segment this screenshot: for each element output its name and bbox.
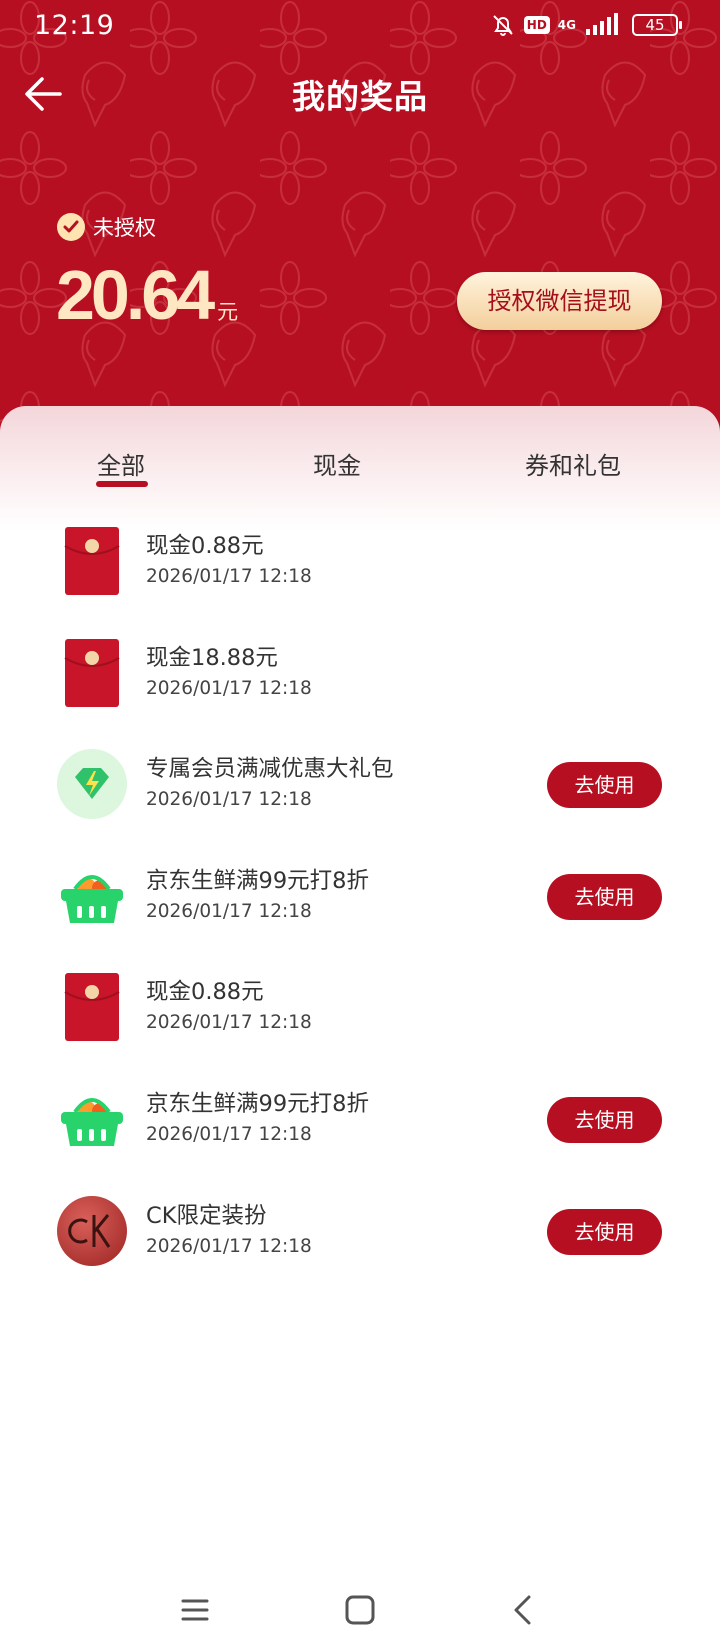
use-button[interactable]: 去使用 — [547, 873, 662, 920]
network-label: 4G — [557, 18, 576, 32]
list-item[interactable]: CK限定装扮 2026/01/17 12:18 去使用 — [0, 1184, 720, 1296]
balance-amount: 20.64 — [56, 256, 215, 334]
balance: 20.64 元 — [56, 255, 238, 335]
diamond-icon — [57, 749, 127, 820]
header: 12:19 HD 4G 45 我的奖品 未授权 20.64 元 授权微信提现 — [0, 0, 720, 440]
balance-unit: 元 — [217, 300, 239, 324]
tab-all[interactable]: 全部 — [97, 446, 145, 481]
use-button[interactable]: 去使用 — [547, 762, 662, 809]
list-item[interactable]: 现金18.88元 2026/01/17 12:18 — [0, 626, 720, 738]
item-time: 2026/01/17 12:18 — [146, 789, 312, 811]
item-title: 现金0.88元 — [146, 533, 264, 559]
tab-active-indicator — [96, 481, 148, 487]
list-item[interactable]: 京东生鲜满99元打8折 2026/01/17 12:18 去使用 — [0, 1072, 720, 1184]
withdraw-button[interactable]: 授权微信提现 — [457, 272, 662, 330]
red-envelope-icon — [57, 526, 127, 596]
auth-status-label: 未授权 — [93, 216, 156, 240]
item-title: 专属会员满减优惠大礼包 — [146, 756, 394, 783]
item-title: 京东生鲜满99元打8折 — [146, 1090, 369, 1117]
list-item[interactable]: 京东生鲜满99元打8折 2026/01/17 12:18 去使用 — [0, 849, 720, 961]
item-title: 京东生鲜满99元打8折 — [146, 867, 369, 894]
item-title: CK限定装扮 — [146, 1202, 267, 1229]
ck-logo-icon — [57, 1195, 127, 1266]
red-envelope-icon — [57, 638, 127, 708]
tab-coupons[interactable]: 券和礼包 — [525, 446, 621, 481]
item-time: 2026/01/17 12:18 — [146, 900, 312, 922]
basket-icon — [57, 1084, 127, 1154]
item-title: 现金18.88元 — [146, 644, 278, 671]
use-button[interactable]: 去使用 — [547, 1208, 662, 1255]
auth-status: 未授权 — [57, 212, 156, 242]
battery-indicator: 45 — [632, 14, 682, 36]
hd-badge: HD — [523, 16, 550, 34]
status-time: 12:19 — [34, 10, 115, 41]
prize-panel: 全部 现金 券和礼包 现金0.88元 2026/01/17 12:18 现金18… — [0, 406, 720, 1650]
page-title: 我的奖品 — [292, 77, 428, 116]
signal-icon — [586, 13, 618, 35]
item-title: 现金0.88元 — [146, 979, 264, 1006]
list-item[interactable]: 现金0.88元 2026/01/17 12:18 — [0, 960, 720, 1072]
menu-icon[interactable] — [175, 1590, 215, 1630]
item-time: 2026/01/17 12:18 — [146, 1123, 312, 1145]
item-time: 2026/01/17 12:18 — [146, 1012, 312, 1034]
use-button[interactable]: 去使用 — [547, 1096, 662, 1143]
mute-bell-icon — [493, 15, 513, 36]
system-nav-bar — [0, 1570, 720, 1640]
tab-bar: 全部 现金 券和礼包 — [0, 406, 720, 516]
status-bar: 12:19 HD 4G 45 — [0, 0, 720, 52]
back-nav-icon[interactable] — [504, 1590, 544, 1630]
status-icons: HD 4G 45 — [490, 12, 682, 38]
home-icon[interactable] — [340, 1590, 380, 1630]
basket-icon — [57, 861, 127, 931]
prize-list: 现金0.88元 2026/01/17 12:18 现金18.88元 2026/0… — [0, 514, 720, 1295]
tab-cash[interactable]: 现金 — [313, 446, 361, 481]
item-time: 2026/01/17 12:18 — [146, 1235, 312, 1257]
list-item[interactable]: 专属会员满减优惠大礼包 2026/01/17 12:18 去使用 — [0, 737, 720, 849]
item-time: 2026/01/17 12:18 — [146, 677, 312, 699]
red-envelope-icon — [57, 972, 127, 1042]
wechat-icon — [57, 213, 85, 241]
item-time: 2026/01/17 12:18 — [146, 566, 312, 587]
list-item[interactable]: 现金0.88元 2026/01/17 12:18 — [0, 514, 720, 626]
